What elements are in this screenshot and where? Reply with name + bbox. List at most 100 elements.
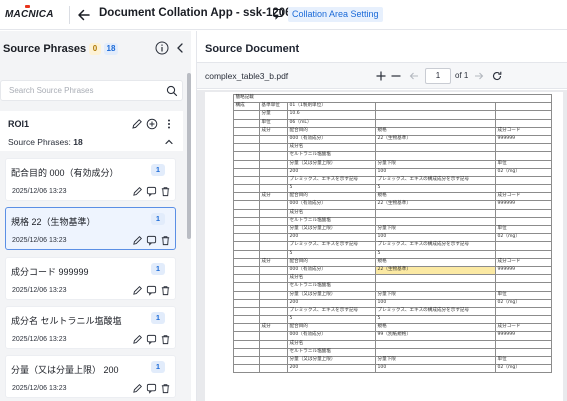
zoom-out-icon[interactable] [390, 70, 402, 82]
doc-cell [495, 143, 552, 153]
chevron-up-icon[interactable] [163, 136, 175, 148]
edit-icon[interactable] [132, 235, 143, 246]
doc-cell [233, 200, 260, 210]
chevron-left-icon[interactable] [174, 42, 186, 54]
info-icon[interactable] [155, 41, 169, 55]
source-phrase-card[interactable]: 規格 22（生物基準） 1 2025/12/06 13:23 [5, 207, 176, 250]
next-page-icon[interactable] [473, 70, 485, 82]
doc-cell: 配合目的 [287, 323, 376, 333]
delete-icon[interactable] [160, 285, 171, 296]
match-count-badge: 1 [151, 263, 165, 275]
comment-icon[interactable] [146, 186, 157, 197]
source-phrase-card[interactable]: 分量（又は分量上限） 200 1 2025/12/06 13:23 [5, 355, 176, 398]
doc-cell [495, 208, 552, 218]
match-count-badge: 1 [151, 213, 165, 225]
doc-cell [233, 233, 260, 243]
doc-cell [259, 184, 288, 194]
comment-icon[interactable] [146, 334, 157, 345]
pdf-page: 簡略記載 構成 基準単位 01（1製剤単位） 分量 10.6 単位 06（mL） 成分 配合目的規… [205, 92, 563, 401]
doc-cell [233, 134, 260, 145]
header-divider [69, 6, 70, 24]
doc-cell [259, 306, 288, 317]
doc-cell [259, 175, 288, 186]
doc-cell [259, 216, 288, 227]
comment-icon[interactable] [146, 285, 157, 296]
delete-icon[interactable] [160, 186, 171, 197]
doc-cell: 配合目的 [287, 257, 376, 267]
search-icon[interactable] [166, 85, 178, 97]
doc-cell: 成分 [259, 126, 288, 136]
doc-cell: 分量 [259, 110, 288, 120]
doc-cell [233, 282, 260, 292]
doc-cell: 999999 [495, 265, 552, 276]
comment-icon[interactable] [146, 235, 157, 246]
doc-cell: プレミックス、エキスを示す記号 [287, 241, 376, 251]
page-number-input[interactable]: 1 [425, 68, 451, 84]
source-document-panel: Source Document complex_table3_b.pdf 1 o… [196, 31, 567, 401]
doc-cell [233, 175, 260, 186]
doc-cell [375, 347, 496, 358]
page-title: Document Collation App - ssk-1206 [99, 7, 292, 19]
edit-icon[interactable] [132, 285, 143, 296]
doc-cell [375, 118, 496, 128]
phrase-timestamp: 2025/12/06 13:23 [12, 385, 67, 392]
doc-cell: プレミックス、エキスの構成成分を示す記号 [375, 175, 496, 186]
doc-cell: セルトラニル塩酸塩 [287, 216, 376, 227]
doc-cell [375, 208, 496, 218]
doc-cell [495, 102, 552, 112]
doc-cell: 000（有効成分） [287, 200, 376, 210]
back-arrow-icon[interactable] [76, 7, 92, 23]
page-total: of 1 [455, 71, 469, 80]
document-viewer[interactable]: 簡略記載 構成 基準単位 01（1製剤単位） 分量 10.6 単位 06（mL） 成分 配合目的規… [197, 90, 567, 401]
doc-cell [259, 249, 288, 259]
doc-cell [233, 274, 260, 284]
file-name: complex_table3_b.pdf [205, 71, 289, 81]
search-input[interactable]: Search Source Phrases [0, 80, 183, 101]
doc-cell [233, 126, 260, 136]
comment-icon[interactable] [146, 383, 157, 394]
doc-cell [233, 347, 260, 358]
source-phrase-card[interactable]: 成分名 セルトラニル塩酸塩 1 2025/12/06 13:23 [5, 306, 176, 349]
zoom-in-icon[interactable] [375, 70, 387, 82]
doc-cell: プレミックス、エキスの構成成分を示す記号 [375, 241, 496, 251]
doc-cell: 02（mg） [495, 167, 552, 177]
doc-cell [233, 298, 260, 308]
more-vertical-icon[interactable] [163, 118, 175, 130]
doc-cell [233, 208, 260, 218]
doc-cell [495, 249, 552, 259]
edit-icon[interactable] [132, 334, 143, 345]
doc-cell: 100 [375, 364, 496, 374]
doc-cell [375, 102, 496, 112]
collation-area-chip[interactable]: Collation Area Setting [288, 7, 383, 22]
search-placeholder: Search Source Phrases [9, 86, 94, 95]
doc-cell: 10.6 [287, 110, 376, 120]
prev-page-icon[interactable] [408, 70, 420, 82]
doc-cell: 99（別紙規格） [375, 331, 496, 341]
delete-icon[interactable] [160, 334, 171, 345]
scrollbar-thumb[interactable] [187, 73, 191, 239]
phrase-timestamp: 2025/12/06 13:23 [12, 336, 67, 343]
total-count-badge: 18 [104, 43, 118, 55]
doc-cell: 02（mg） [495, 298, 552, 308]
comment-icon[interactable] [272, 8, 284, 20]
doc-cell [495, 339, 552, 349]
edit-icon[interactable] [131, 118, 143, 130]
source-phrase-card[interactable]: 成分コード 999999 1 2025/12/06 13:23 [5, 257, 176, 300]
edit-icon[interactable] [132, 383, 143, 394]
source-phrase-card[interactable]: 配合目的 000（有効成分） 1 2025/12/06 13:23 [5, 158, 176, 201]
doc-cell [259, 200, 288, 210]
doc-cell: セルトラニル塩酸塩 [287, 347, 376, 358]
delete-icon[interactable] [160, 235, 171, 246]
doc-cell [233, 339, 260, 349]
add-circle-icon[interactable] [146, 118, 158, 130]
refresh-icon[interactable] [491, 70, 503, 82]
doc-cell [233, 257, 260, 267]
doc-cell: 5 [287, 315, 376, 325]
doc-cell [233, 364, 260, 374]
doc-cell: 単位 [495, 224, 552, 235]
edit-icon[interactable] [132, 186, 143, 197]
doc-cell: プレミックス、エキスの構成成分を示す記号 [375, 306, 496, 317]
doc-cell: 単位 [495, 355, 552, 366]
delete-icon[interactable] [160, 383, 171, 394]
doc-cell: 分量（又は分量上限） [287, 224, 376, 235]
